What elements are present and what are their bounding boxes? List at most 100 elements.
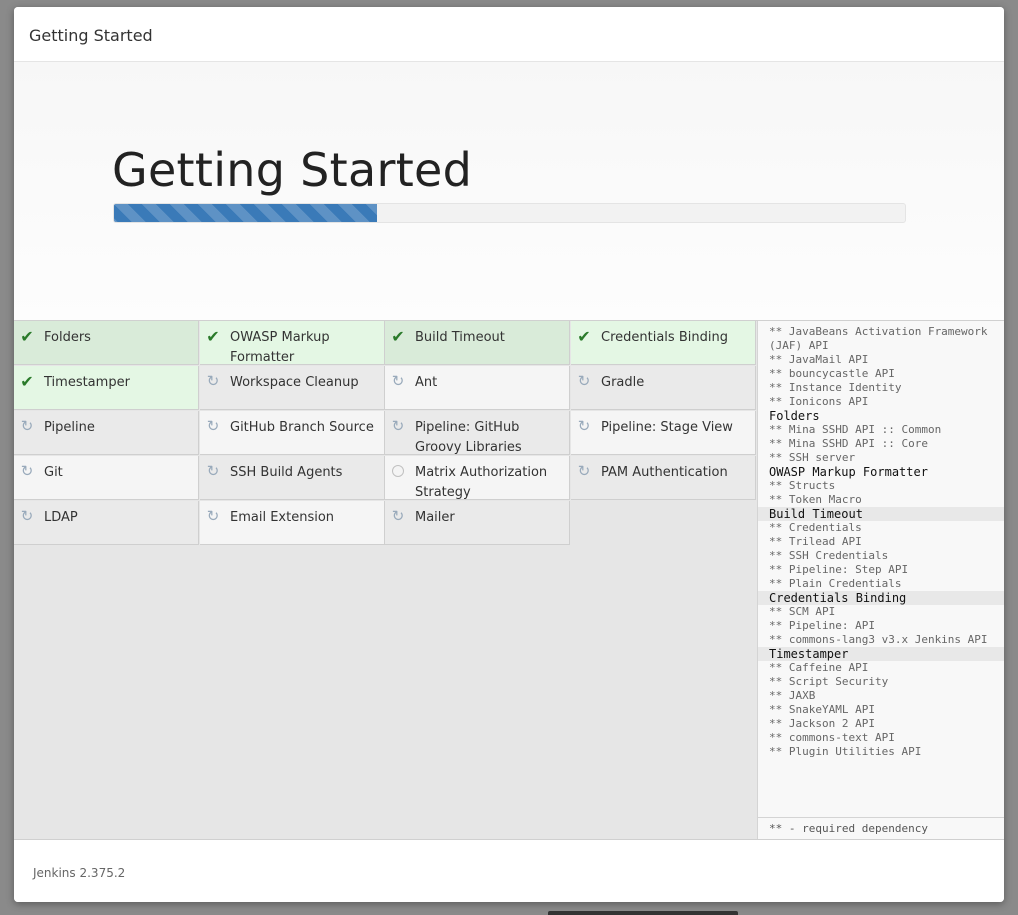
dependency-line: ** SSH server <box>769 451 856 464</box>
plugin-name: Pipeline <box>44 420 95 435</box>
dependency-line: ** Plain Credentials <box>769 577 902 590</box>
plugin-name: PAM Authentication <box>601 465 728 480</box>
dependency-group-heading: Credentials Binding <box>758 591 1004 605</box>
refresh-icon: ↻ <box>20 507 34 525</box>
plugin-name: Git <box>44 465 63 480</box>
dialog-title: Getting Started <box>29 26 153 45</box>
dependency-legend: ** - required dependency <box>758 817 1004 839</box>
plugin-name: Folders <box>44 330 91 345</box>
plugin-name: LDAP <box>44 510 78 525</box>
refresh-icon: ↻ <box>20 417 34 435</box>
plugin-item: ✔ OWASP Markup Formatter <box>200 321 385 365</box>
plugin-item: ✔ Folders <box>14 321 199 365</box>
plugin-item: ↻ Ant <box>385 366 570 410</box>
dependency-line: ** Trilead API <box>769 535 862 548</box>
refresh-icon: ↻ <box>577 462 591 480</box>
setup-wizard-dialog: Getting Started Getting Started ✔ Folders… <box>14 7 1004 902</box>
plugin-item: ↻ Workspace Cleanup <box>200 366 385 410</box>
refresh-icon: ↻ <box>20 462 34 480</box>
check-icon: ✔ <box>391 326 405 346</box>
dependency-group-heading: Folders <box>769 409 820 423</box>
plugin-name: Timestamper <box>44 375 130 390</box>
refresh-icon: ↻ <box>577 372 591 390</box>
dependency-line: ** Mina SSHD API :: Core <box>769 437 928 450</box>
dependency-log-panel[interactable]: ** JavaBeans Activation Framework (JAF) … <box>757 321 1004 839</box>
dependency-group-heading: Timestamper <box>758 647 1004 661</box>
dependency-line: ** commons-lang3 v3.x Jenkins API <box>769 633 988 646</box>
dialog-footer: Jenkins 2.375.2 <box>14 839 1004 902</box>
refresh-icon: ↻ <box>206 507 220 525</box>
plugin-item: ✔ Credentials Binding <box>571 321 756 365</box>
plugin-install-area: ✔ Folders ✔ OWASP Markup Formatter ✔ Build Ti… <box>14 321 757 839</box>
plugin-name: Build Timeout <box>415 330 505 345</box>
dependency-line: ** Plugin Utilities API <box>769 745 922 758</box>
plugin-item: ↻ SSH Build Agents <box>200 456 385 500</box>
dependency-line: ** Pipeline: Step API <box>769 563 909 576</box>
refresh-icon: ↻ <box>206 372 220 390</box>
dependency-line: ** Instance Identity <box>769 381 902 394</box>
dependency-line: ** JavaBeans Activation Framework (JAF) … <box>769 325 995 352</box>
dialog-header: Getting Started <box>14 7 1004 62</box>
plugin-name: Email Extension <box>230 510 335 525</box>
plugin-item: ↻ Pipeline <box>14 411 199 455</box>
dependency-line: ** Script Security <box>769 675 889 688</box>
plugin-item: ✔ Build Timeout <box>385 321 570 365</box>
check-icon: ✔ <box>20 326 34 346</box>
dependency-line: ** JavaMail API <box>769 353 869 366</box>
dependency-group-heading: Build Timeout <box>758 507 1004 521</box>
refresh-icon: ↻ <box>391 507 405 525</box>
dependency-line: ** Token Macro <box>769 493 862 506</box>
dependency-line: ** Structs <box>769 479 836 492</box>
plugin-name: Ant <box>415 375 438 390</box>
plugin-item: ↻ Git <box>14 456 199 500</box>
dependency-line: ** JAXB <box>769 689 816 702</box>
check-icon: ✔ <box>577 326 591 346</box>
dependency-group-heading: OWASP Markup Formatter <box>769 465 928 479</box>
plugin-name: OWASP Markup Formatter <box>230 330 330 365</box>
dependency-line: ** bouncycastle API <box>769 367 895 380</box>
plugin-name: SSH Build Agents <box>230 465 343 480</box>
plugin-item: ↻ Gradle <box>571 366 756 410</box>
refresh-icon: ↻ <box>577 417 591 435</box>
plugin-name: Workspace Cleanup <box>230 375 359 390</box>
jenkins-version: Jenkins 2.375.2 <box>33 866 126 880</box>
plugin-item: ↻ Mailer <box>385 501 570 545</box>
plugin-item: ↻ PAM Authentication <box>571 456 756 500</box>
refresh-icon: ↻ <box>206 417 220 435</box>
plugin-name: Credentials Binding <box>601 330 728 345</box>
plugin-name: Pipeline: Stage View <box>601 420 733 435</box>
plugin-name: Mailer <box>415 510 455 525</box>
refresh-icon: ↻ <box>391 372 405 390</box>
plugin-item: ↻ GitHub Branch Source <box>200 411 385 455</box>
plugin-item: ✔ Timestamper <box>14 366 199 410</box>
plugin-name: Matrix Authorization Strategy <box>415 465 548 500</box>
plugin-item: ↻ Pipeline: GitHub Groovy Libraries <box>385 411 570 455</box>
dependency-line: ** Credentials <box>769 521 862 534</box>
dependency-line: ** Mina SSHD API :: Common <box>769 423 942 436</box>
plugin-item: ↻ LDAP <box>14 501 199 545</box>
plugin-item: ↻ Email Extension <box>200 501 385 545</box>
taskbar-edge <box>548 911 738 915</box>
check-icon: ✔ <box>20 371 34 391</box>
dependency-list: ** JavaBeans Activation Framework (JAF) … <box>758 325 1004 759</box>
page-title: Getting Started <box>112 143 473 197</box>
dependency-line: ** SnakeYAML API <box>769 703 875 716</box>
refresh-icon: ↻ <box>391 417 405 435</box>
refresh-icon: ↻ <box>206 462 220 480</box>
dependency-line: ** Jackson 2 API <box>769 717 875 730</box>
hero-section: Getting Started <box>14 62 1004 321</box>
install-progress-bar <box>113 203 906 223</box>
plugin-name: Pipeline: GitHub Groovy Libraries <box>415 420 522 455</box>
pending-circle-icon <box>390 463 406 479</box>
check-icon: ✔ <box>206 326 220 346</box>
plugin-name: GitHub Branch Source <box>230 420 374 435</box>
plugin-name: Gradle <box>601 375 645 390</box>
progress-fill <box>114 204 378 222</box>
plugin-item: ↻ Pipeline: Stage View <box>571 411 756 455</box>
dependency-line: ** SSH Credentials <box>769 549 889 562</box>
dependency-line: ** Caffeine API <box>769 661 869 674</box>
plugin-item: Matrix Authorization Strategy <box>385 456 570 500</box>
dependency-line: ** Ionicons API <box>769 395 869 408</box>
dependency-line: ** commons-text API <box>769 731 895 744</box>
dependency-line: ** Pipeline: API <box>769 619 875 632</box>
